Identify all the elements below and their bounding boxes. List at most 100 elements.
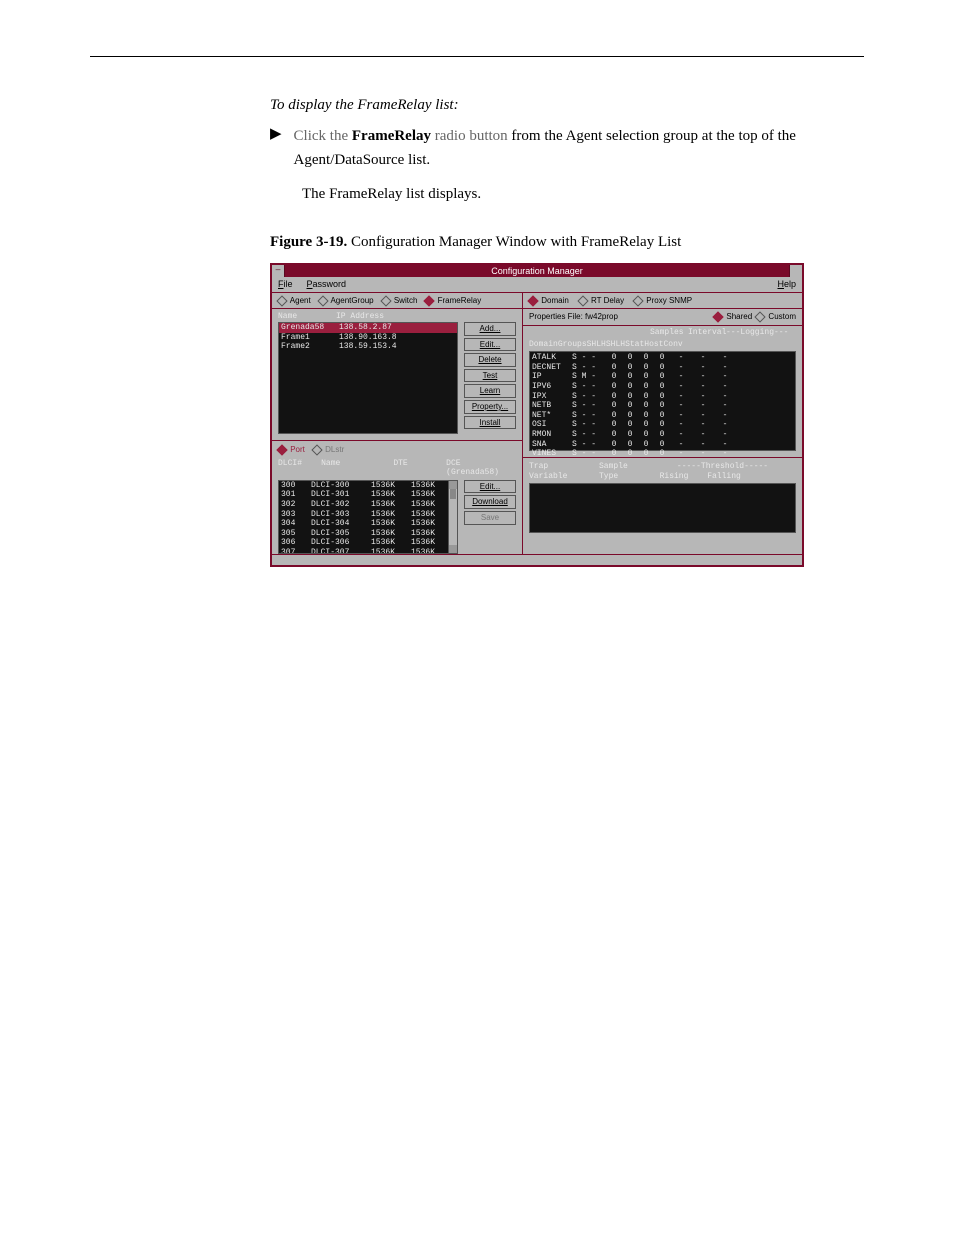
threshold-label: -----Threshold----- xyxy=(649,462,796,472)
radio-domain[interactable]: Domain xyxy=(529,296,569,306)
radio-switch[interactable]: Switch xyxy=(382,296,418,306)
dlci-row[interactable]: 307DLCI-3071536K1536K xyxy=(279,548,457,554)
intro-line: To display the FrameRelay list: xyxy=(270,97,864,114)
dlci-col-num: DLCI# xyxy=(278,459,307,478)
radio-proxy-snmp[interactable]: Proxy SNMP xyxy=(634,296,692,306)
maximize-icon[interactable] xyxy=(789,265,802,277)
props-value: fw42prop xyxy=(585,312,618,321)
domain-row[interactable]: IPV6S - -0000--- xyxy=(532,382,793,392)
domain-row[interactable]: RMONS - -0000--- xyxy=(532,430,793,440)
radio-dlstr[interactable]: DLstr xyxy=(313,445,344,454)
radio-rt-delay[interactable]: RT Delay xyxy=(579,296,624,306)
learn-button[interactable]: Learn xyxy=(464,384,516,398)
download-button[interactable]: Download xyxy=(464,495,516,509)
hdr-samples: Samples xyxy=(650,328,682,338)
statusbar xyxy=(272,554,802,565)
domain-row[interactable]: SNAS - -0000--- xyxy=(532,440,793,450)
radio-agent[interactable]: Agent xyxy=(278,296,311,306)
rising-label: Rising xyxy=(649,472,699,482)
hdr-logging: ---Logging--- xyxy=(726,328,792,338)
domain-row[interactable]: NET*S - -0000--- xyxy=(532,411,793,421)
hdr-interval: Interval xyxy=(688,328,720,338)
save-button: Save xyxy=(464,511,516,525)
pvc-radios: Port DLstr xyxy=(272,440,522,457)
domain-row[interactable]: IPXS - -0000--- xyxy=(532,392,793,402)
dlci-col-name: Name xyxy=(321,459,379,478)
step-bold: FrameRelay xyxy=(352,128,431,144)
dlci-row[interactable]: 305DLCI-3051536K1536K xyxy=(279,529,457,539)
col-name: Name xyxy=(278,312,336,322)
agent-row[interactable]: Frame2138.59.153.4 xyxy=(279,342,457,352)
edit-button[interactable]: Edit... xyxy=(464,480,516,494)
domain-row[interactable]: ATALKS - -0000--- xyxy=(532,353,793,363)
hdr-lh: LH xyxy=(596,340,606,350)
mode-radios: Shared Custom xyxy=(710,312,796,322)
menu-file[interactable]: File xyxy=(278,279,293,290)
step-prefix: Click the xyxy=(294,128,352,144)
add-button[interactable]: Add... xyxy=(464,322,516,336)
falling-label: Falling xyxy=(699,472,749,482)
radio-shared[interactable]: Shared xyxy=(714,312,752,321)
menubar: File Password Help xyxy=(272,277,802,293)
property-button[interactable]: Property... xyxy=(464,400,516,414)
radio-agentgroup[interactable]: AgentGroup xyxy=(319,296,374,306)
hdr-domain: Domain xyxy=(529,340,558,350)
hdr-sh2: SH xyxy=(606,340,616,350)
hdr-groups: Groups xyxy=(558,340,587,350)
trap-list[interactable] xyxy=(529,483,796,533)
window-title: Configuration Manager xyxy=(285,266,789,277)
domain-list[interactable]: ATALKS - -0000---DECNETS - -0000---IPS M… xyxy=(529,351,796,451)
hdr-sh: SH xyxy=(587,340,597,350)
menu-password[interactable]: Password xyxy=(307,279,347,290)
agent-type-radios: Agent AgentGroup Switch FrameRelay xyxy=(272,293,522,310)
domain-row[interactable]: IPS M -0000--- xyxy=(532,372,793,382)
agent-row[interactable]: Grenada58138.58.2.87 xyxy=(279,323,457,333)
dlci-row[interactable]: 300DLCI-3001536K1536K xyxy=(279,481,457,491)
dlci-list[interactable]: 300DLCI-3001536K1536K301DLCI-3011536K153… xyxy=(278,480,458,554)
hdr-conv: Conv xyxy=(663,340,682,350)
header-rule xyxy=(90,56,864,57)
dlci-row[interactable]: 301DLCI-3011536K1536K xyxy=(279,490,457,500)
agent-list[interactable]: Grenada58138.58.2.87Frame1138.90.163.8Fr… xyxy=(278,322,458,434)
right-top-radios: Domain RT Delay Proxy SNMP xyxy=(523,293,802,310)
hdr-stat: Stat xyxy=(625,340,644,350)
sample-label: Sample xyxy=(599,462,649,472)
edit-button[interactable]: Edit... xyxy=(464,338,516,352)
radio-framerelay[interactable]: FrameRelay xyxy=(425,296,481,306)
sysmenu-icon[interactable]: — xyxy=(272,265,285,277)
agent-row[interactable]: Frame1138.90.163.8 xyxy=(279,333,457,343)
figure-label: Figure 3-19. Configuration Manager Windo… xyxy=(270,234,864,251)
props-label: Properties File: xyxy=(529,312,583,321)
variable-label: Variable xyxy=(529,472,599,482)
result-line: The FrameRelay list displays. xyxy=(302,182,864,206)
radio-custom[interactable]: Custom xyxy=(756,312,796,321)
delete-button[interactable]: Delete xyxy=(464,353,516,367)
step-suffix: radio button xyxy=(431,128,508,144)
scroll-thumb[interactable] xyxy=(450,489,456,499)
hdr-host: Host xyxy=(644,340,663,350)
dlci-row[interactable]: 303DLCI-3031536K1536K xyxy=(279,510,457,520)
trap-label: Trap xyxy=(529,462,599,472)
titlebar[interactable]: — Configuration Manager xyxy=(272,265,802,277)
scrollbar[interactable] xyxy=(448,481,457,553)
test-button[interactable]: Test xyxy=(464,369,516,383)
domain-row[interactable]: NETBS - -0000--- xyxy=(532,401,793,411)
dlci-col-dte: DTE xyxy=(393,459,432,478)
type-label: Type xyxy=(599,472,649,482)
dlci-row[interactable]: 304DLCI-3041536K1536K xyxy=(279,519,457,529)
domain-row[interactable]: OSIS - -0000--- xyxy=(532,420,793,430)
scroll-down-icon[interactable] xyxy=(449,545,457,553)
dlci-col-dce: DCE (Grenada58) xyxy=(446,459,516,478)
install-button[interactable]: Install xyxy=(464,416,516,430)
domain-row[interactable]: DECNETS - -0000--- xyxy=(532,363,793,373)
step-row: ▶ Click the FrameRelay radio button from… xyxy=(270,124,864,172)
dlci-row[interactable]: 302DLCI-3021536K1536K xyxy=(279,500,457,510)
col-ip: IP Address xyxy=(336,312,384,322)
app-window: — Configuration Manager File Password He… xyxy=(270,263,804,567)
scroll-up-icon[interactable] xyxy=(449,481,457,489)
play-icon: ▶ xyxy=(270,124,282,145)
menu-help[interactable]: Help xyxy=(777,279,796,290)
hdr-lh2: LH xyxy=(615,340,625,350)
radio-port[interactable]: Port xyxy=(278,445,305,454)
dlci-row[interactable]: 306DLCI-3061536K1536K xyxy=(279,538,457,548)
